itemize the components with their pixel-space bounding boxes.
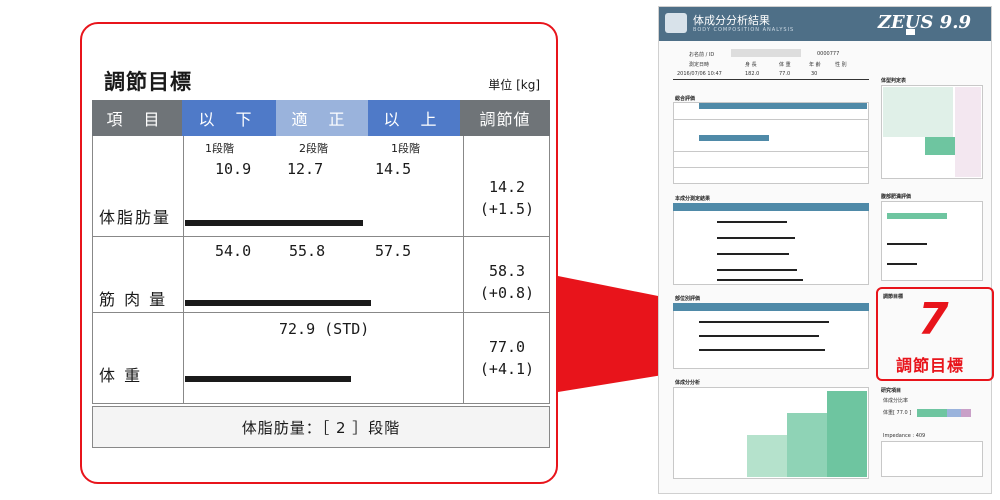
sec-obesity: 腹部肥満評価 (881, 194, 912, 200)
ratio-label: 体成分比率 (883, 398, 909, 404)
report-thumbnail: 体成分分析結果 BODY COMPOSITION ANALYSIS ZEUS 9… (658, 6, 992, 494)
sex-label: 性 別 (835, 62, 847, 68)
muscle-low: 54.0 (215, 242, 252, 260)
header-adjust: 調節値 (460, 100, 550, 136)
stage-high: 1段階 (391, 142, 420, 155)
height-value: 182.0 (745, 71, 760, 77)
muscle-high: 57.5 (375, 242, 412, 260)
zoomed-adjustment-panel: 調節目標 単位 [kg] 項 目 以 下 適 正 以 上 調節値 1段階 2段階… (80, 22, 558, 484)
row-label-weight: 体 重 (99, 366, 143, 385)
header-high: 以 上 (368, 100, 460, 136)
sec-segment: 部位別評価 (675, 296, 701, 302)
ratio-value: 体重[ 77.0 ] (883, 410, 912, 416)
fat-ok: 12.7 (287, 160, 324, 178)
muscle-adjust-value: 58.3 (488, 262, 526, 280)
weight-label: 体 重 (779, 62, 791, 68)
callout-number: 7 (918, 294, 949, 345)
sec-research: 研究項目 (881, 388, 902, 394)
id-value: 0000777 (817, 51, 840, 57)
weight-adjust-value: 77.0 (488, 338, 526, 356)
sec-analysis: 体成分分析 (675, 380, 701, 386)
sec-result: 本成分測定結果 (675, 196, 711, 202)
weight-bar (185, 376, 351, 382)
sec-overall: 総合評価 (675, 96, 696, 102)
fat-adjust-value: 14.2 (488, 178, 526, 196)
scale-icon (665, 13, 687, 33)
age-value: 30 (811, 71, 818, 77)
unit-label: 単位 [kg] (488, 78, 540, 92)
fat-bar (185, 220, 363, 226)
name-label: お名前 / ID (689, 52, 715, 58)
report-title: 体成分分析結果 (693, 14, 770, 27)
callout-label: 調節目標 (896, 356, 965, 375)
datetime-value: 2016/07/06 10:47 (677, 71, 722, 77)
adjustment-table: 1段階 2段階 1段階 体脂肪量 10.9 12.7 14.5 14.2 (+1… (92, 136, 550, 404)
weight-std: 72.9 (STD) (279, 320, 370, 338)
header-ok: 適 正 (276, 100, 368, 136)
header-item: 項 目 (92, 100, 182, 136)
table-header: 項 目 以 下 適 正 以 上 調節値 (92, 100, 550, 136)
weight-value: 77.0 (779, 71, 791, 77)
height-label: 身 長 (745, 62, 757, 68)
muscle-ok: 55.8 (289, 242, 326, 260)
brand-logo: ZEUS 9.9 (877, 12, 971, 33)
muscle-adjust-diff: (+0.8) (479, 284, 535, 302)
fat-low: 10.9 (215, 160, 252, 178)
row-label-muscle: 筋 肉 量 (99, 290, 168, 309)
fat-adjust-diff: (+1.5) (479, 200, 535, 218)
row-label-fat: 体脂肪量 (99, 208, 172, 227)
muscle-bar (185, 300, 371, 306)
age-label: 年 齢 (809, 62, 821, 68)
date-label: 測定日時 (689, 62, 710, 68)
report-header: 体成分分析結果 BODY COMPOSITION ANALYSIS ZEUS 9… (659, 7, 991, 41)
fat-high: 14.5 (375, 160, 412, 178)
brand-badge-icon (906, 29, 915, 35)
weight-adjust: 77.0 (+4.1) (465, 336, 549, 380)
report-subtitle: BODY COMPOSITION ANALYSIS (693, 27, 795, 33)
muscle-adjust: 58.3 (+0.8) (465, 260, 549, 304)
weight-adjust-diff: (+4.1) (479, 360, 535, 378)
panel-title: 調節目標 (104, 70, 192, 94)
stage-low: 1段階 (205, 142, 234, 155)
header-low: 以 下 (182, 100, 276, 136)
stage-ok: 2段階 (299, 142, 328, 155)
fat-adjust: 14.2 (+1.5) (465, 176, 549, 220)
impedance-value: Impedance : 409 (883, 433, 926, 439)
sec-body-type: 体型判定表 (881, 78, 907, 84)
fat-stage-summary: 体脂肪量：［ 2 ］段階 (92, 406, 550, 448)
